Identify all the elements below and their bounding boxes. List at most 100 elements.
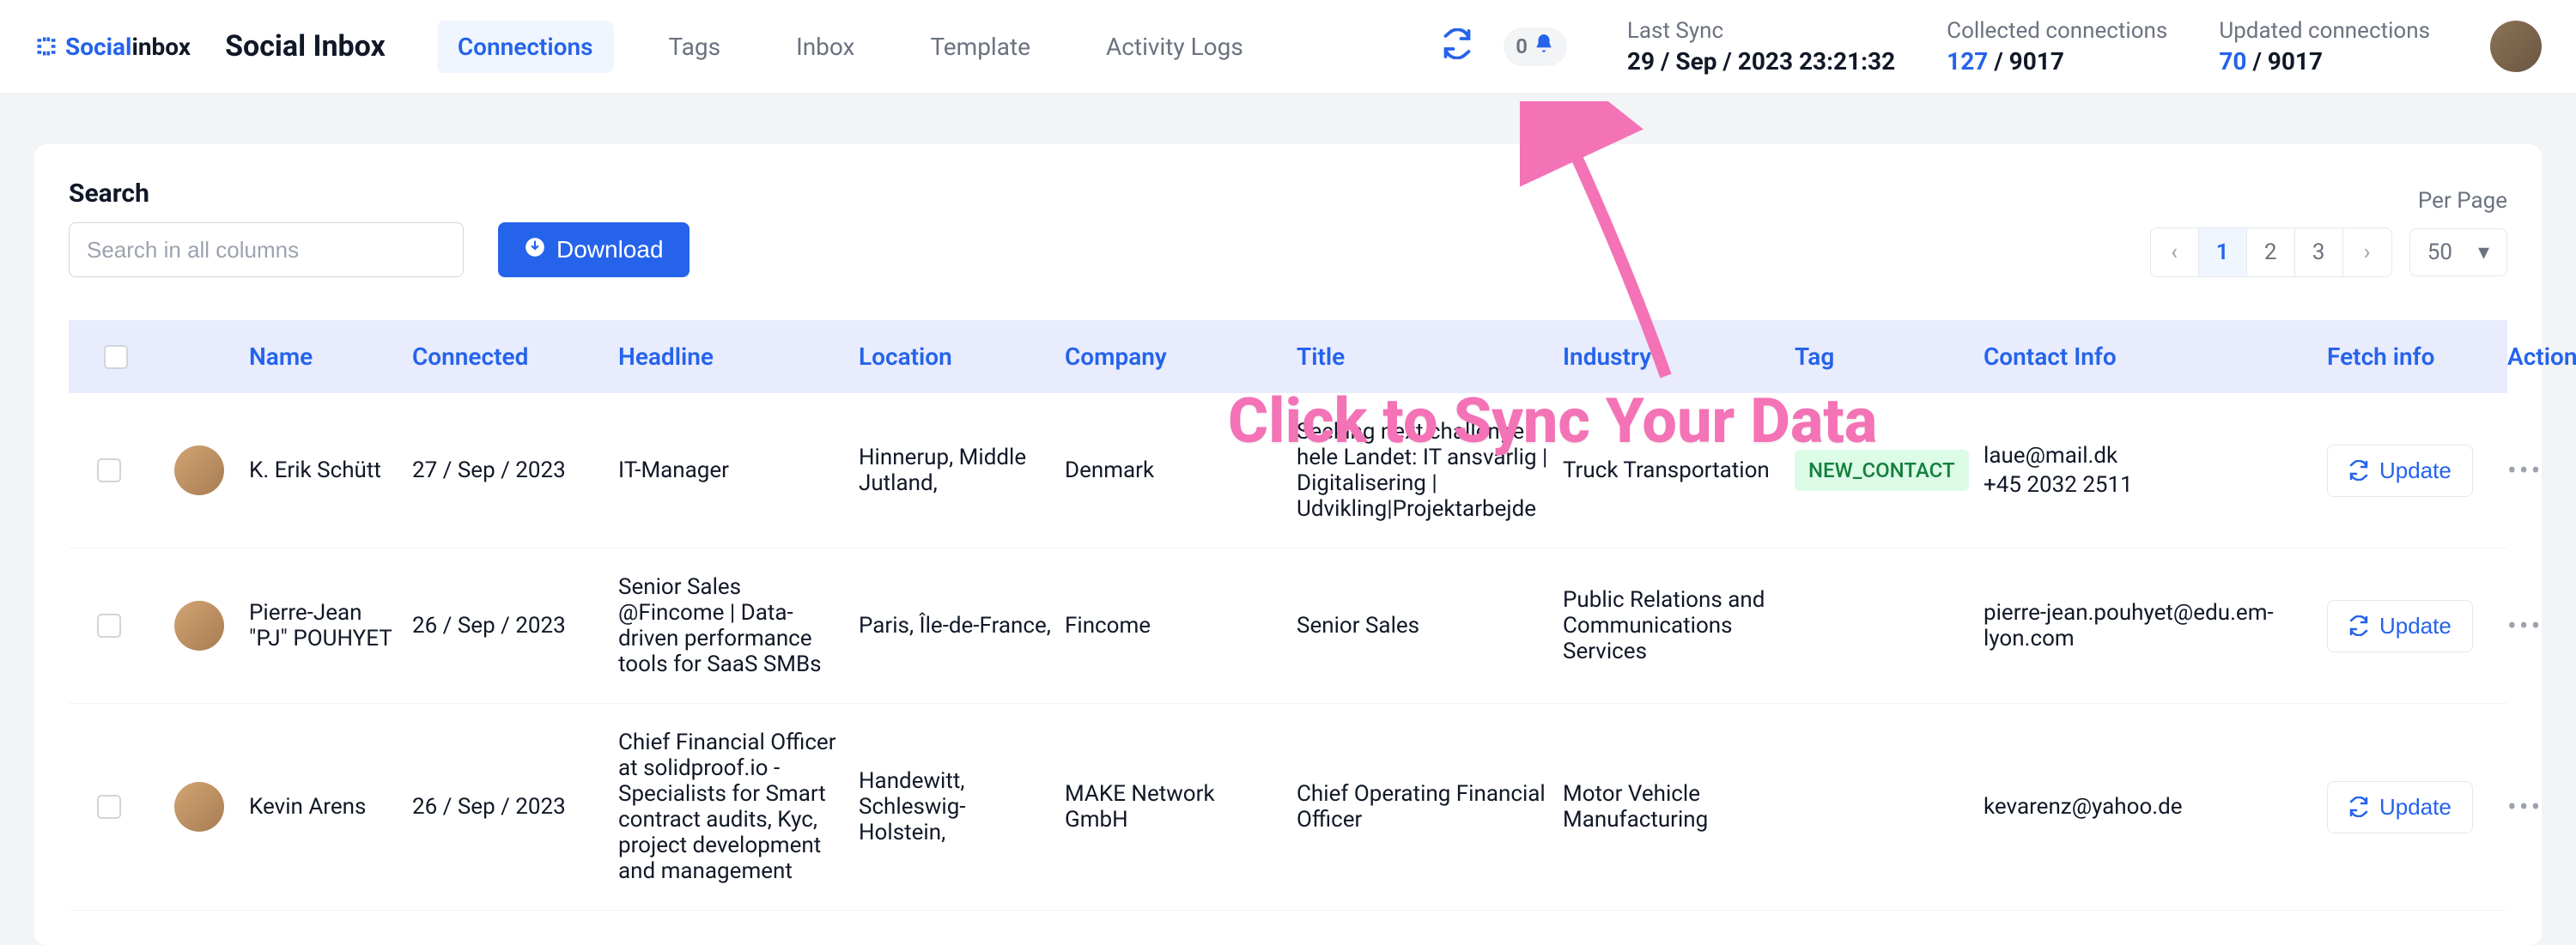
- nav-tags[interactable]: Tags: [648, 21, 742, 73]
- refresh-icon: [2348, 460, 2369, 481]
- header-stats: Last Sync 29 / Sep / 2023 23:21:32 Colle…: [1627, 18, 2430, 76]
- notification-badge[interactable]: 0: [1504, 27, 1567, 66]
- stat-updated: Updated connections 70 / 9017: [2219, 18, 2430, 76]
- cell-industry: Motor Vehicle Manufacturing: [1563, 781, 1795, 833]
- cell-location: Paris, Île-de-France,: [859, 613, 1065, 639]
- logo-text-suffix: inbox: [131, 33, 191, 61]
- tag-pill: NEW_CONTACT: [1795, 450, 1969, 491]
- col-location[interactable]: Location: [859, 342, 1065, 371]
- col-title[interactable]: Title: [1297, 342, 1563, 371]
- page-3[interactable]: 3: [2295, 228, 2343, 276]
- table-row: K. Erik Schütt 27 / Sep / 2023 IT-Manage…: [69, 393, 2507, 548]
- page-title: Social Inbox: [225, 29, 386, 64]
- cell-industry: Truck Transportation: [1563, 457, 1795, 483]
- stat-value: 70 / 9017: [2219, 47, 2430, 76]
- cell-company: MAKE Network GmbH: [1065, 781, 1297, 833]
- cell-connected: 26 / Sep / 2023: [412, 794, 618, 820]
- stat-value: 29 / Sep / 2023 23:21:32: [1627, 47, 1895, 76]
- cell-location: Hinnerup, Middle Jutland,: [859, 445, 1065, 496]
- col-name[interactable]: Name: [249, 342, 412, 371]
- stat-label: Last Sync: [1627, 18, 1895, 44]
- col-company[interactable]: Company: [1065, 342, 1297, 371]
- cell-contact: kevarenz@yahoo.de: [1984, 794, 2327, 820]
- row-avatar[interactable]: [174, 445, 224, 495]
- main-nav: Connections Tags Inbox Template Activity…: [437, 21, 1264, 73]
- contact-email: pierre-jean.pouhyet@edu.em-lyon.com: [1984, 600, 2313, 651]
- nav-inbox[interactable]: Inbox: [775, 21, 875, 73]
- col-industry[interactable]: Industry: [1563, 342, 1795, 371]
- update-button[interactable]: Update: [2327, 781, 2473, 833]
- cell-contact: pierre-jean.pouhyet@edu.em-lyon.com: [1984, 600, 2327, 651]
- row-avatar[interactable]: [174, 601, 224, 651]
- cell-headline: Senior Sales @Fincome | Data-driven perf…: [618, 574, 859, 677]
- cell-name: Kevin Arens: [249, 794, 412, 820]
- per-page-select[interactable]: 50 ▾: [2409, 228, 2507, 276]
- update-button[interactable]: Update: [2327, 445, 2473, 497]
- table-row: Kevin Arens 26 / Sep / 2023 Chief Financ…: [69, 704, 2507, 911]
- col-contact[interactable]: Contact Info: [1984, 342, 2327, 371]
- row-checkbox[interactable]: [97, 614, 121, 638]
- stat-last-sync: Last Sync 29 / Sep / 2023 23:21:32: [1627, 18, 1895, 76]
- cell-headline: Chief Financial Officer at solidproof.io…: [618, 730, 859, 884]
- contact-email: kevarenz@yahoo.de: [1984, 794, 2313, 820]
- pagination: ‹ 1 2 3 ›: [2150, 227, 2392, 277]
- select-all-checkbox[interactable]: [104, 345, 128, 369]
- col-fetch: Fetch info: [2327, 342, 2507, 371]
- cell-company: Fincome: [1065, 613, 1297, 639]
- cell-connected: 27 / Sep / 2023: [412, 457, 618, 483]
- col-actions: Actions: [2507, 342, 2576, 371]
- download-icon: [524, 236, 546, 264]
- cell-industry: Public Relations and Communications Serv…: [1563, 587, 1795, 664]
- main-panel: Search Download Per Page ‹ 1 2 3 ›: [34, 144, 2542, 945]
- page-next[interactable]: ›: [2343, 228, 2391, 276]
- cell-contact: laue@mail.dk +45 2032 2511: [1984, 443, 2327, 498]
- stat-label: Collected connections: [1947, 18, 2167, 44]
- table-row: Pierre-Jean "PJ" POUHYET 26 / Sep / 2023…: [69, 548, 2507, 704]
- connections-table: Name Connected Headline Location Company…: [69, 320, 2507, 911]
- logo-text-prefix: Social: [65, 33, 131, 61]
- page-2[interactable]: 2: [2247, 228, 2295, 276]
- refresh-icon: [2348, 615, 2369, 636]
- cell-title: Seeking next challenge hele Landet: IT a…: [1297, 419, 1563, 522]
- cell-name: Pierre-Jean "PJ" POUHYET: [249, 600, 412, 651]
- stat-label: Updated connections: [2219, 18, 2430, 44]
- cell-headline: IT-Manager: [618, 457, 859, 483]
- notification-count: 0: [1516, 34, 1528, 58]
- more-actions-button[interactable]: •••: [2507, 609, 2576, 642]
- stat-value: 127 / 9017: [1947, 47, 2167, 76]
- sync-button[interactable]: [1437, 23, 1478, 70]
- top-bar: Socialinbox Social Inbox Connections Tag…: [0, 0, 2576, 93]
- page-prev[interactable]: ‹: [2151, 228, 2199, 276]
- update-button[interactable]: Update: [2327, 600, 2473, 652]
- more-actions-button[interactable]: •••: [2507, 791, 2576, 823]
- refresh-icon: [2348, 797, 2369, 817]
- search-input[interactable]: [69, 222, 464, 277]
- stat-collected: Collected connections 127 / 9017: [1947, 18, 2167, 76]
- row-checkbox[interactable]: [97, 458, 121, 482]
- col-tag: Tag: [1795, 342, 1984, 371]
- row-checkbox[interactable]: [97, 795, 121, 819]
- nav-template[interactable]: Template: [909, 21, 1051, 73]
- nav-connections[interactable]: Connections: [437, 21, 614, 73]
- cell-title: Senior Sales: [1297, 613, 1563, 639]
- page-1[interactable]: 1: [2199, 228, 2247, 276]
- contact-phone: +45 2032 2511: [1984, 472, 2313, 498]
- per-page-label: Per Page: [2418, 188, 2507, 214]
- cell-tag: NEW_CONTACT: [1795, 450, 1984, 491]
- logo-icon: [34, 34, 58, 58]
- search-label: Search: [69, 179, 464, 209]
- chevron-down-icon: ▾: [2478, 239, 2489, 265]
- cell-title: Chief Operating Financial Officer: [1297, 781, 1563, 833]
- row-avatar[interactable]: [174, 782, 224, 832]
- cell-location: Handewitt, Schleswig-Holstein,: [859, 768, 1065, 845]
- download-button[interactable]: Download: [498, 222, 690, 277]
- bell-icon: [1533, 33, 1555, 61]
- user-avatar[interactable]: [2490, 21, 2542, 72]
- col-headline[interactable]: Headline: [618, 342, 859, 371]
- logo[interactable]: Socialinbox: [34, 33, 191, 61]
- nav-activity-logs[interactable]: Activity Logs: [1085, 21, 1264, 73]
- table-header: Name Connected Headline Location Company…: [69, 320, 2507, 393]
- col-connected[interactable]: Connected: [412, 342, 618, 371]
- cell-name: K. Erik Schütt: [249, 457, 412, 483]
- more-actions-button[interactable]: •••: [2507, 454, 2576, 487]
